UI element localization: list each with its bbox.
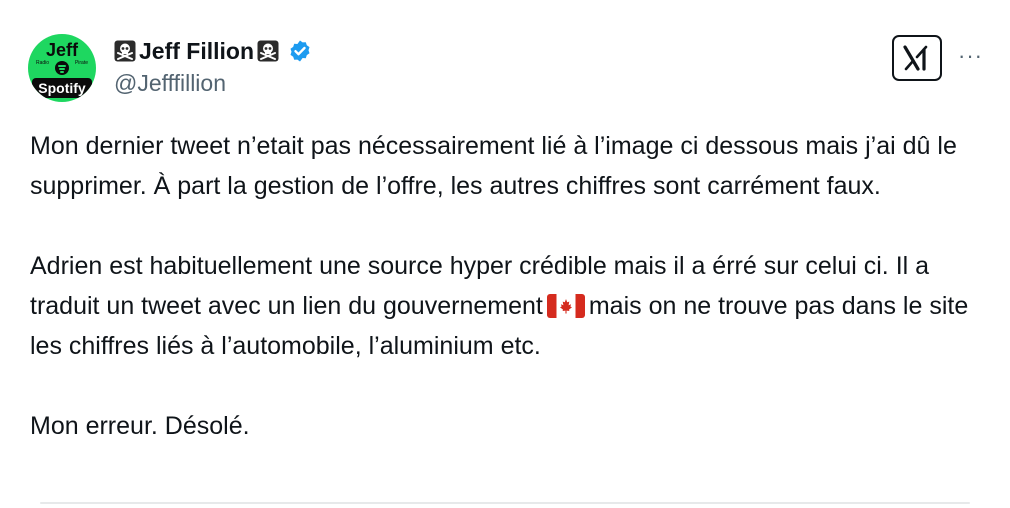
x-logo-icon[interactable] xyxy=(892,35,942,81)
tweet-paragraph-1: Mon dernier tweet n’etait pas nécessaire… xyxy=(30,132,964,200)
avatar-small-right: Pirate xyxy=(74,60,88,66)
x-logo-glyph xyxy=(903,45,928,71)
avatar-small-left: Radio xyxy=(36,60,50,66)
tweet-card: Jeff Radio Pirate Spotify Jeff Fillion @… xyxy=(0,0,1010,508)
skull-crossbones-icon xyxy=(257,40,279,62)
canada-flag-icon xyxy=(546,294,585,318)
author-handle[interactable]: @Jefffillion xyxy=(114,70,226,97)
tweet-paragraph-3: Mon erreur. Désolé. xyxy=(30,412,250,440)
verified-badge-icon[interactable] xyxy=(288,39,312,63)
avatar-top-text: Jeff xyxy=(45,40,78,60)
tweet-body: Mon dernier tweet n’etait pas nécessaire… xyxy=(30,126,990,446)
more-options-button[interactable]: ··· xyxy=(958,45,983,67)
spotify-icon xyxy=(55,61,69,75)
avatar[interactable]: Jeff Radio Pirate Spotify xyxy=(28,34,96,102)
skull-crossbones-icon xyxy=(114,40,136,62)
embedded-media-edge xyxy=(40,502,970,504)
display-name[interactable]: Jeff Fillion xyxy=(139,38,254,65)
avatar-bottom-text: Spotify xyxy=(32,78,92,98)
author-name-row[interactable]: Jeff Fillion xyxy=(114,36,312,66)
